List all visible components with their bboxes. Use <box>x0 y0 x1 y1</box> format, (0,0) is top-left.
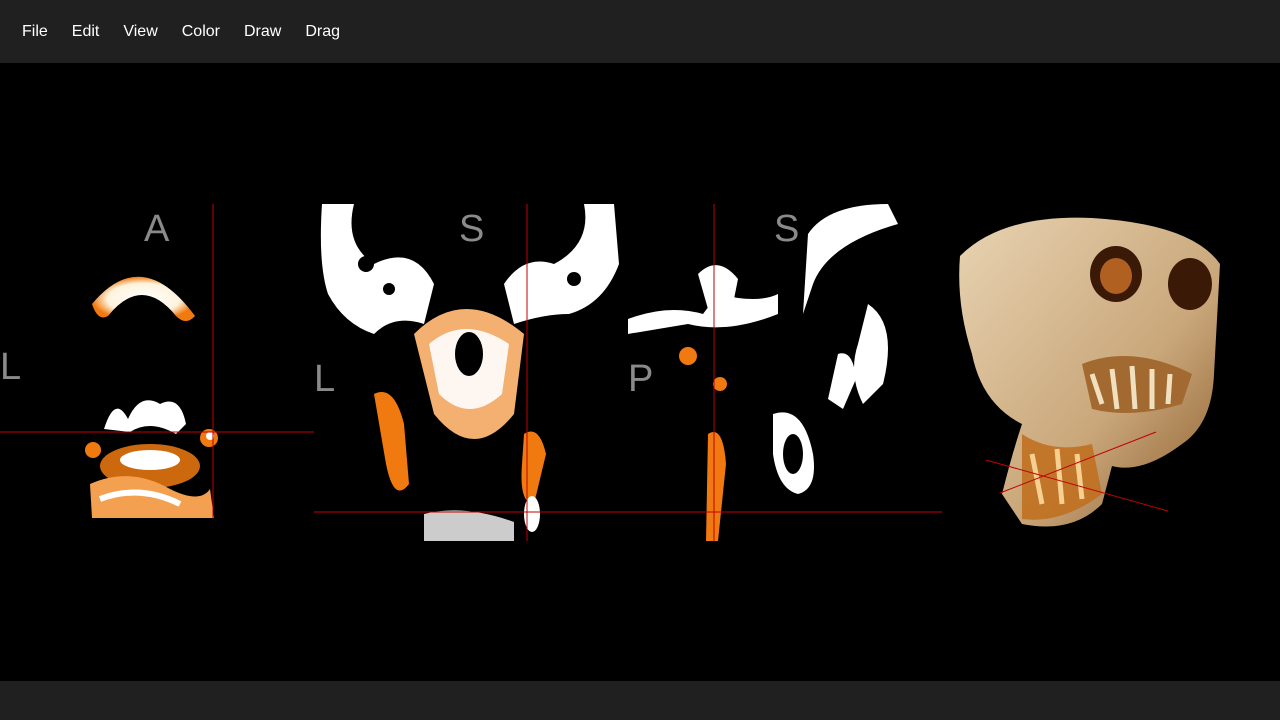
menu-file[interactable]: File <box>10 17 60 47</box>
menu-edit[interactable]: Edit <box>60 17 112 47</box>
coronal-left-orientation-label: L <box>314 358 336 400</box>
render3d-view[interactable] <box>942 204 1256 541</box>
axial-view[interactable]: A L <box>0 204 314 518</box>
sagittal-left-orientation-label: P <box>628 358 654 400</box>
coronal-top-orientation-label: S <box>459 208 485 250</box>
menu-bar: File Edit View Color Draw Drag <box>0 0 1280 63</box>
sagittal-slice-image <box>628 204 942 541</box>
image-viewport[interactable]: A L S L S P <box>0 63 1280 681</box>
menu-draw[interactable]: Draw <box>232 17 293 47</box>
coronal-slice-image <box>314 204 628 541</box>
axial-slice-image <box>0 204 314 518</box>
sagittal-top-orientation-label: S <box>774 208 800 250</box>
menu-color[interactable]: Color <box>170 17 232 47</box>
axial-left-orientation-label: L <box>0 346 22 388</box>
skull-volume-render <box>959 217 1220 527</box>
coronal-view[interactable]: S L <box>314 204 628 541</box>
axial-top-orientation-label: A <box>144 208 170 250</box>
menu-drag[interactable]: Drag <box>293 17 352 47</box>
menu-view[interactable]: View <box>111 17 169 47</box>
sagittal-view[interactable]: S P <box>628 204 942 541</box>
status-bar <box>0 681 1280 720</box>
